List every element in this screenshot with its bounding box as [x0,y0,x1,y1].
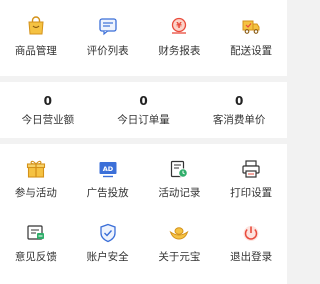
stat-today-revenue[interactable]: 0 今日营业额 [0,82,96,138]
stat-value: 0 [43,94,52,108]
gold-ingot-icon [168,222,190,244]
shortcut-delivery-settings[interactable]: 配送设置 [215,0,287,76]
tool-about-yuanbao[interactable]: 关于元宝 [144,212,216,280]
tool-ad-placement[interactable]: AD 广告投放 [72,144,144,212]
shortcut-label: 财务报表 [158,45,201,57]
tool-account-security[interactable]: 账户安全 [72,212,144,280]
tool-label: 关于元宝 [158,251,201,263]
finance-coin-icon: ¥ [168,15,190,37]
tool-feedback[interactable]: 意见反馈 [0,212,72,280]
tool-print-settings[interactable]: 打印设置 [215,144,287,212]
shortcut-label: 配送设置 [230,45,273,57]
shortcut-product-management[interactable]: 商品管理 [0,0,72,76]
tools-card: 参与活动 AD 广告投放 活动记录 打印设置 意见反馈 账户安全 关于元宝 退出… [0,144,287,284]
tool-label: 打印设置 [230,187,273,199]
tool-label: 账户安全 [86,251,129,263]
tool-label: 活动记录 [158,187,201,199]
power-icon [240,222,262,244]
tool-logout[interactable]: 退出登录 [215,212,287,280]
stat-label: 今日订单量 [117,114,170,126]
stat-label: 客消费单价 [212,114,266,126]
stats-card: 0 今日营业额 0 今日订单量 0 客消费单价 [0,82,287,138]
stat-value: 0 [234,94,244,108]
svg-text:AD: AD [102,165,113,173]
tool-activity-record[interactable]: 活动记录 [144,144,216,212]
stat-avg-spend[interactable]: 0 客消费单价 [191,82,287,138]
activity-record-icon [168,158,190,180]
shortcut-label: 商品管理 [14,45,57,57]
shortcut-finance-report[interactable]: ¥ 财务报表 [144,0,216,76]
tool-label: 广告投放 [86,187,129,199]
shortcut-review-list[interactable]: 评价列表 [72,0,144,76]
tool-label: 意见反馈 [14,251,57,263]
stat-value: 0 [139,94,148,108]
shopping-bag-icon [25,15,47,37]
delivery-truck-icon [240,15,262,37]
printer-icon [240,158,262,180]
shortcut-label: 评价列表 [86,45,129,57]
ad-screen-icon: AD [97,158,119,180]
tool-label: 参与活动 [14,187,57,199]
shield-icon [97,222,119,244]
feedback-icon [25,222,47,244]
svg-text:¥: ¥ [177,21,183,30]
tool-label: 退出登录 [230,251,273,263]
tool-join-activity[interactable]: 参与活动 [0,144,72,212]
comment-list-icon [97,15,119,37]
stat-today-orders[interactable]: 0 今日订单量 [96,82,192,138]
shortcuts-card: 商品管理 评价列表 ¥ 财务报表 配送设置 [0,0,287,76]
gift-box-icon [25,158,47,180]
stat-label: 今日营业额 [21,114,75,126]
